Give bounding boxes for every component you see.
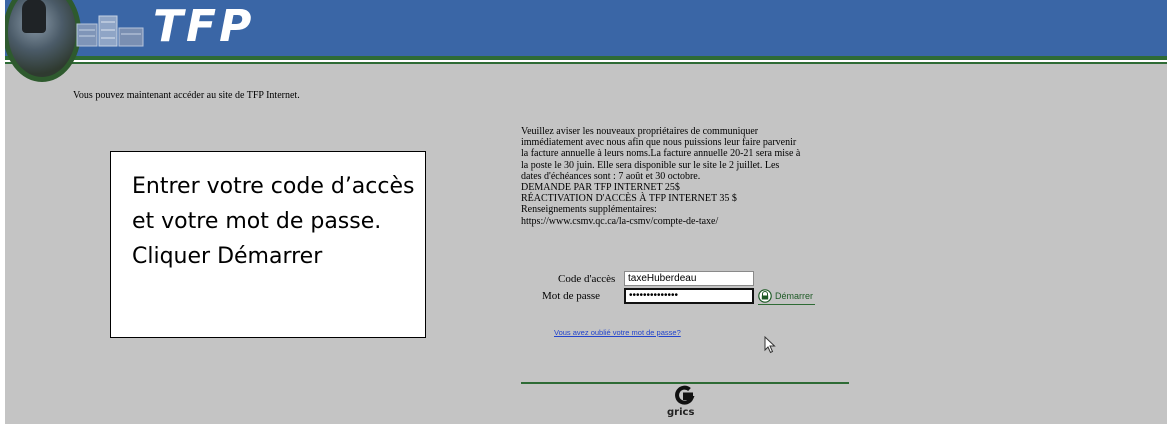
notice-line: Veuillez aviser les nouveaux propriétair… [521,126,759,137]
password-input[interactable]: •••••••••••••• [624,288,754,304]
forgot-password-link[interactable]: Vous avez oublié votre mot de passe? [554,328,681,337]
notice-line: RÉACTIVATION D'ACCÈS À TFP INTERNET 35 $ [521,193,737,205]
buildings-icon [76,15,144,47]
password-label: Mot de passe [542,290,601,302]
notice-line: https://www.csmv.qc.ca/la-csmv/compte-de… [521,215,719,227]
header-divider [5,62,1167,64]
header-photo-logo [5,0,81,82]
access-code-label: Code d'accès [558,273,616,285]
instruction-text: Entrer votre code d’accès et votre mot d… [132,174,415,269]
mouse-cursor-icon [764,336,776,354]
access-code-input[interactable]: taxeHuberdeau [624,271,754,286]
footer-divider [521,382,849,384]
grics-brand-text: grics [667,407,695,418]
app-logo-text: TFP [153,1,255,52]
page: TFP Vous pouvez maintenant accéder au si… [5,0,1167,424]
notice-line: Renseignements supplémentaires: [521,204,657,216]
notice-line: la poste le 30 juin. Elle sera disponibl… [521,159,780,171]
notice-line: immédiatement avec nous afin que nous pu… [521,137,797,149]
grics-logo-icon [675,385,695,405]
start-button[interactable]: Démarrer [758,287,816,305]
notice-line: la facture annuelle à leurs noms.La fact… [521,148,801,160]
start-button-label: Démarrer [775,290,814,301]
instruction-callout: Entrer votre code d’accès et votre mot d… [110,151,426,338]
welcome-message: Vous pouvez maintenant accéder au site d… [73,90,300,101]
notice-line: DEMANDE PAR TFP INTERNET 25$ [521,182,680,194]
person-body [22,0,46,33]
lock-icon [758,288,772,303]
notice-text: Veuillez aviser les nouveaux propriétair… [521,126,856,227]
notice-line: dates d'échéances sont : 7 août et 30 oc… [521,170,701,182]
